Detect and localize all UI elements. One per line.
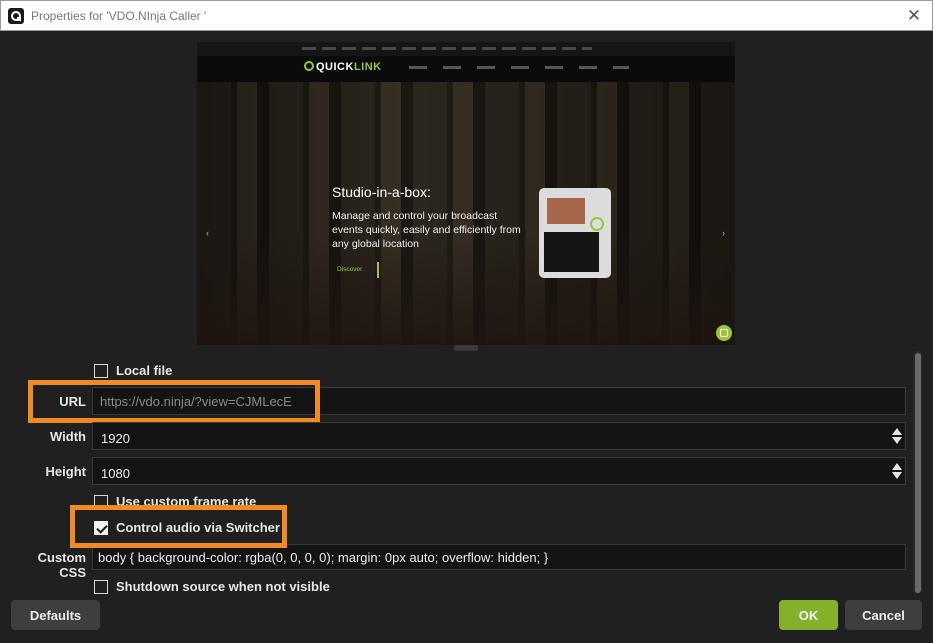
custom-css-label: Custom CSS	[37, 550, 86, 580]
width-value: 1920	[101, 431, 130, 446]
width-spinbox[interactable]: 1920	[92, 422, 906, 450]
preview-menu-items	[409, 66, 629, 69]
width-increment-icon[interactable]	[892, 428, 902, 435]
hero-title: Studio-in-a-box:	[332, 184, 431, 200]
shutdown-source-checkbox[interactable]	[94, 579, 108, 594]
shutdown-source-label: Shutdown source when not visible	[116, 579, 330, 594]
chat-bubble-icon	[716, 325, 732, 341]
device-base	[544, 232, 599, 272]
carousel-next-icon: ›	[722, 228, 725, 238]
title-bar: Properties for 'VDO.NInja Caller ' ✕	[0, 0, 933, 31]
hero-subtitle: Manage and control your broadcast events…	[332, 210, 521, 250]
width-decrement-icon[interactable]	[892, 437, 902, 444]
discover-link: Discover	[337, 262, 379, 278]
ok-button[interactable]: OK	[779, 600, 838, 630]
url-highlight-box	[28, 380, 320, 423]
defaults-button[interactable]: Defaults	[11, 600, 100, 630]
preview-top-links	[302, 47, 592, 50]
height-value: 1080	[101, 466, 130, 481]
quicklink-logo: QUICKLINK	[304, 61, 382, 73]
cancel-button[interactable]: Cancel	[845, 600, 922, 630]
close-button[interactable]: ✕	[904, 6, 924, 26]
device-logo-icon	[590, 217, 604, 231]
browser-source-preview: QUICKLINK Studio-in-a-box: Manage and co…	[197, 42, 735, 345]
width-label: Width	[50, 429, 86, 444]
height-spinbox[interactable]: 1080	[92, 457, 906, 485]
properties-scrollbar-thumb[interactable]	[915, 353, 921, 593]
carousel-prev-icon: ‹	[206, 228, 209, 238]
local-file-checkbox-row[interactable]: Local file	[94, 363, 172, 378]
height-increment-icon[interactable]	[892, 463, 902, 470]
height-decrement-icon[interactable]	[892, 472, 902, 479]
preview-splitter-handle[interactable]	[454, 345, 478, 351]
control-audio-highlight-box	[70, 505, 287, 548]
preview-nav-bar	[197, 56, 735, 82]
window-title: Properties for 'VDO.NInja Caller '	[31, 9, 207, 23]
height-label: Height	[45, 464, 86, 479]
device-screen	[547, 198, 585, 224]
local-file-checkbox[interactable]	[94, 363, 108, 378]
shutdown-source-checkbox-row[interactable]: Shutdown source when not visible	[94, 579, 330, 594]
obs-app-icon	[8, 8, 24, 24]
local-file-label: Local file	[116, 363, 173, 378]
quicklink-logo-icon	[304, 61, 314, 71]
